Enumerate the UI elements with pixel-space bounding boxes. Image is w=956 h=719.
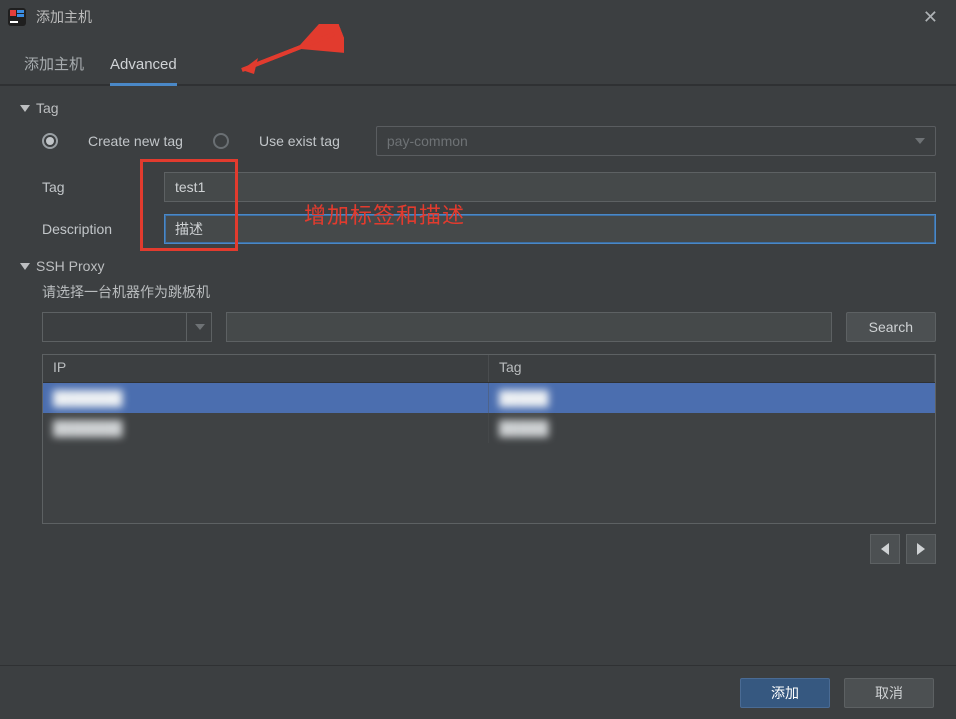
chevron-down-icon xyxy=(20,105,30,112)
tab-advanced[interactable]: Advanced xyxy=(110,56,177,86)
section-toggle-tag[interactable]: Tag xyxy=(20,92,936,122)
cell-tag: █████ xyxy=(499,390,549,406)
table-header: IP Tag xyxy=(43,355,935,383)
ok-button-label: 添加 xyxy=(771,683,799,703)
next-page-button[interactable] xyxy=(906,534,936,564)
chevron-down-icon xyxy=(915,138,925,144)
tag-label: Tag xyxy=(42,179,164,195)
app-icon xyxy=(8,8,26,26)
cancel-button[interactable]: 取消 xyxy=(844,678,934,708)
cell-ip: ███████ xyxy=(53,390,122,406)
search-button-label: Search xyxy=(869,319,913,335)
chevron-right-icon xyxy=(917,543,925,555)
section-toggle-ssh[interactable]: SSH Proxy xyxy=(20,250,936,280)
prev-page-button[interactable] xyxy=(870,534,900,564)
tab-basic[interactable]: 添加主机 xyxy=(24,53,84,84)
search-button[interactable]: Search xyxy=(846,312,936,342)
cancel-button-label: 取消 xyxy=(875,683,903,703)
dialog-footer: 添加 取消 xyxy=(0,665,956,719)
chevron-down-icon xyxy=(20,263,30,270)
cell-ip: ███████ xyxy=(53,420,122,436)
col-ip[interactable]: IP xyxy=(43,355,489,382)
window-title: 添加主机 xyxy=(36,7,92,27)
section-title-tag: Tag xyxy=(36,100,59,116)
close-icon[interactable]: ✕ xyxy=(913,3,948,32)
cell-tag: █████ xyxy=(499,420,549,436)
description-label: Description xyxy=(42,221,164,237)
pager xyxy=(20,524,936,564)
radio-create-label: Create new tag xyxy=(88,133,183,149)
table-row[interactable]: ███████ █████ xyxy=(43,413,935,443)
col-tag[interactable]: Tag xyxy=(489,355,935,382)
description-input[interactable] xyxy=(164,214,936,244)
tab-bar: 添加主机 Advanced xyxy=(0,34,956,86)
ssh-hint: 请选择一台机器作为跳板机 xyxy=(20,280,936,312)
proxy-type-select[interactable] xyxy=(42,312,212,342)
radio-create-new-tag[interactable] xyxy=(42,133,58,149)
exist-tag-value: pay-common xyxy=(387,133,468,149)
radio-use-exist-tag[interactable] xyxy=(213,133,229,149)
exist-tag-dropdown[interactable]: pay-common xyxy=(376,126,936,156)
proxy-search-input[interactable] xyxy=(226,312,832,342)
chevron-left-icon xyxy=(881,543,889,555)
chevron-down-icon xyxy=(195,324,205,330)
section-title-ssh: SSH Proxy xyxy=(36,258,104,274)
proxy-table: IP Tag ███████ █████ ███████ █████ xyxy=(42,354,936,524)
table-row[interactable]: ███████ █████ xyxy=(43,383,935,413)
radio-exist-label: Use exist tag xyxy=(259,133,340,149)
titlebar: 添加主机 ✕ xyxy=(0,0,956,34)
ok-button[interactable]: 添加 xyxy=(740,678,830,708)
tag-input[interactable] xyxy=(164,172,936,202)
